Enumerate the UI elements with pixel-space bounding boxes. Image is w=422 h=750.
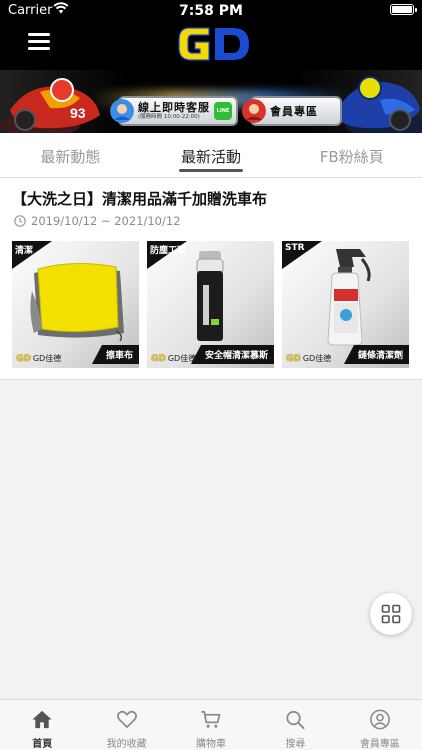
live-support-label: 線上即時客服 — [138, 100, 210, 114]
nav-label: 購物車 — [196, 739, 227, 750]
member-zone-button[interactable]: 會員專區 — [242, 96, 342, 126]
heart-icon — [116, 710, 137, 729]
support-avatar-icon — [110, 99, 134, 123]
tab-fb-fanpage[interactable]: FB粉絲頁 — [281, 133, 422, 177]
event-card[interactable]: 【大洗之日】清潔用品滿千加贈洗車布 2019/10/12 ~ 2021/10/1… — [0, 178, 422, 380]
brand-logo: GD GD佳德 — [151, 353, 197, 364]
product-item[interactable]: 防塵工事 GD GD佳德 安全帽清潔慕斯 — [147, 241, 274, 368]
rider-left-image: 93 — [0, 78, 100, 133]
battery-icon — [390, 4, 417, 15]
support-hours: (服務時間 10:00-22:00) — [138, 113, 200, 120]
nav-cart[interactable]: 購物車 — [169, 700, 253, 750]
live-support-button[interactable]: 線上即時客服 (服務時間 10:00-22:00) LINE — [110, 96, 238, 126]
active-tab-indicator — [179, 169, 243, 172]
event-title: 【大洗之日】清潔用品滿千加贈洗車布 — [12, 190, 268, 208]
member-zone-label: 會員專區 — [270, 105, 318, 118]
product-category: 防塵工事 — [150, 246, 187, 256]
tab-label: 最新動態 — [40, 148, 101, 166]
clock-icon — [14, 215, 26, 227]
clock-time: 7:58 PM — [179, 3, 243, 19]
product-category: STR — [285, 243, 305, 253]
brand-logo: GD GD佳德 — [16, 353, 62, 364]
nav-favorites[interactable]: 我的收藏 — [84, 700, 168, 750]
line-icon: LINE — [214, 102, 232, 120]
tab-latest-events[interactable]: 最新活動 — [141, 133, 282, 177]
status-bar: Carrier 7:58 PM — [0, 0, 422, 22]
cart-icon — [201, 710, 221, 728]
tab-bar: 最新動態 最新活動 FB粉絲頁 — [0, 133, 422, 178]
grid-menu-button[interactable] — [370, 593, 412, 635]
tab-latest-news[interactable]: 最新動態 — [0, 133, 141, 177]
product-name: 安全帽清潔慕斯 — [190, 345, 274, 364]
brand-name: GD佳德 — [302, 354, 332, 363]
app-header: Carrier 7:58 PM 93 線上即時客服 (服務時間 10:00-22… — [0, 0, 422, 133]
member-avatar-icon — [242, 99, 266, 123]
product-list: 清潔 GD GD佳德 擦車布 防塵工事 GD GD佳德 安全帽清潔慕斯 STR … — [12, 241, 409, 368]
user-icon — [369, 709, 390, 730]
brand-logo: GD GD佳德 — [286, 353, 332, 364]
event-date-range: 2019/10/12 ~ 2021/10/12 — [31, 214, 181, 228]
tab-label: 最新活動 — [181, 148, 242, 166]
product-item[interactable]: 清潔 GD GD佳德 擦車布 — [12, 241, 139, 368]
product-item[interactable]: STR GD GD佳德 鏈條清潔劑 — [282, 241, 409, 368]
brand-name: GD佳德 — [32, 354, 62, 363]
menu-icon[interactable] — [28, 33, 50, 51]
event-date: 2019/10/12 ~ 2021/10/12 — [14, 214, 181, 228]
nav-home[interactable]: 首頁 — [0, 700, 84, 750]
bottom-navigation: 首頁 我的收藏 購物車 搜尋 會員專區 — [0, 699, 422, 750]
nav-search[interactable]: 搜尋 — [253, 700, 337, 750]
home-icon — [32, 710, 52, 729]
grid-icon — [381, 604, 401, 624]
search-icon — [286, 710, 306, 730]
product-category: 清潔 — [15, 246, 34, 256]
nav-member[interactable]: 會員專區 — [338, 700, 422, 750]
app-logo[interactable] — [175, 22, 253, 66]
nav-label: 會員專區 — [359, 739, 400, 750]
nav-label: 首頁 — [32, 739, 53, 750]
nav-label: 我的收藏 — [106, 739, 147, 750]
nav-label: 搜尋 — [285, 739, 306, 750]
product-name: 鏈條清潔劑 — [343, 345, 409, 364]
tab-label: FB粉絲頁 — [319, 148, 384, 166]
svg-text:93: 93 — [70, 105, 86, 121]
rider-right-image — [335, 76, 422, 133]
